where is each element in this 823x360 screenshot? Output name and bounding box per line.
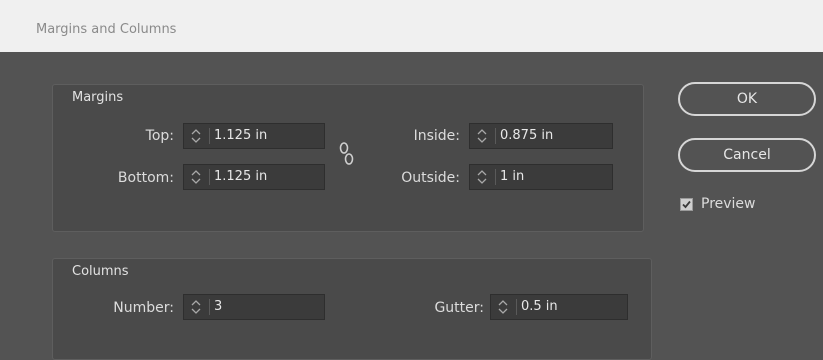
number-field[interactable]: 3 bbox=[183, 294, 325, 320]
bottom-label: Bottom: bbox=[117, 170, 174, 186]
number-value[interactable]: 3 bbox=[214, 299, 222, 314]
top-value[interactable]: 1.125 in bbox=[214, 128, 267, 143]
checkmark-icon bbox=[682, 200, 691, 209]
ok-button[interactable]: OK bbox=[678, 82, 816, 116]
inside-field-divider bbox=[495, 128, 496, 144]
gutter-value[interactable]: 0.5 in bbox=[521, 299, 558, 314]
top-spinner-icon[interactable] bbox=[184, 124, 208, 148]
top-label: Top: bbox=[145, 128, 174, 144]
inside-field[interactable]: 0.875 in bbox=[469, 123, 613, 149]
margins-group-title: Margins bbox=[72, 90, 124, 105]
gutter-field[interactable]: 0.5 in bbox=[490, 294, 628, 320]
gutter-spinner-icon[interactable] bbox=[491, 295, 515, 319]
top-field-divider bbox=[209, 128, 210, 144]
outside-label: Outside: bbox=[401, 170, 460, 186]
dialog-title: Margins and Columns bbox=[36, 22, 177, 37]
gutter-label: Gutter: bbox=[434, 300, 484, 316]
outside-field[interactable]: 1 in bbox=[469, 164, 613, 190]
inside-spinner-icon[interactable] bbox=[470, 124, 494, 148]
cancel-button[interactable]: Cancel bbox=[678, 138, 816, 172]
outside-value[interactable]: 1 in bbox=[500, 169, 524, 184]
inside-label: Inside: bbox=[413, 128, 460, 144]
inside-value[interactable]: 0.875 in bbox=[500, 128, 553, 143]
preview-label[interactable]: Preview bbox=[701, 196, 756, 212]
bottom-spinner-icon[interactable] bbox=[184, 165, 208, 189]
bottom-value[interactable]: 1.125 in bbox=[214, 169, 267, 184]
bottom-field-divider bbox=[209, 169, 210, 185]
top-field[interactable]: 1.125 in bbox=[183, 123, 325, 149]
preview-checkbox[interactable] bbox=[680, 198, 693, 211]
number-spinner-icon[interactable] bbox=[184, 295, 208, 319]
bottom-field[interactable]: 1.125 in bbox=[183, 164, 325, 190]
outside-field-divider bbox=[495, 169, 496, 185]
dialog-titlebar: Margins and Columns bbox=[0, 0, 823, 52]
gutter-field-divider bbox=[516, 299, 517, 315]
columns-group-title: Columns bbox=[72, 264, 129, 279]
number-label: Number: bbox=[113, 300, 174, 316]
number-field-divider bbox=[209, 299, 210, 315]
chain-link-icon[interactable] bbox=[338, 140, 356, 168]
outside-spinner-icon[interactable] bbox=[470, 165, 494, 189]
